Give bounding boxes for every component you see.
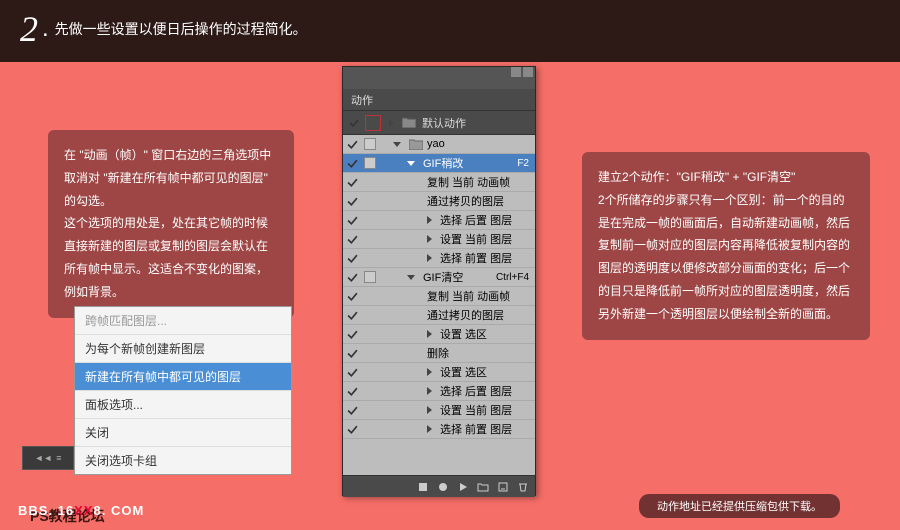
action-step[interactable]: 通过拷贝的图层 — [343, 192, 535, 211]
actions-panel: 动作 默认动作 yao — [342, 66, 536, 496]
action-step[interactable]: 选择 前置 图层 — [343, 249, 535, 268]
set-name: yao — [427, 138, 535, 150]
check-icon — [347, 196, 358, 207]
triangle-right-icon[interactable] — [427, 387, 432, 395]
dialog-toggle[interactable] — [364, 138, 376, 150]
triangle-right-icon[interactable] — [427, 254, 432, 262]
dialog-toggle[interactable] — [364, 157, 376, 169]
triangle-right-icon[interactable] — [427, 368, 432, 376]
action-step[interactable]: 复制 当前 动画帧 — [343, 287, 535, 306]
panel-toolbar: 默认动作 — [343, 111, 535, 135]
play-icon[interactable] — [457, 481, 469, 493]
triangle-right-icon[interactable] — [427, 330, 432, 338]
action-step[interactable]: 删除 — [343, 344, 535, 363]
action-step[interactable]: 设置 选区 — [343, 363, 535, 382]
context-menu: 跨帧匹配图层... 为每个新帧创建新图层 新建在所有帧中都可见的图层 面板选项.… — [74, 306, 292, 475]
download-note: 动作地址已经提供压缩包供下载。 — [639, 494, 840, 518]
triangle-right-icon[interactable] — [427, 425, 432, 433]
panel-footer — [343, 475, 535, 497]
action-step[interactable]: 选择 前置 图层 — [343, 420, 535, 439]
panel-chrome — [343, 67, 535, 89]
action-shortcut: Ctrl+F4 — [496, 272, 529, 283]
action-step[interactable]: 通过拷贝的图层 — [343, 306, 535, 325]
check-icon — [347, 405, 358, 416]
menu-item-close-tab-group[interactable]: 关闭选项卡组 — [75, 447, 291, 474]
triangle-right-icon[interactable] — [427, 406, 432, 414]
action-gif-clear[interactable]: GIF清空 Ctrl+F4 — [343, 268, 535, 287]
step-text: 先做一些设置以便日后操作的过程简化。 — [55, 19, 307, 39]
menu-item-visible-all-frames[interactable]: 新建在所有帧中都可见的图层 — [75, 363, 291, 391]
action-shortcut: F2 — [517, 158, 529, 169]
credit-url: BBS. 16XX8. COM — [18, 503, 144, 518]
check-icon — [347, 272, 358, 283]
new-action-icon[interactable] — [497, 481, 509, 493]
check-icon — [347, 158, 358, 169]
menu-item-match-layers[interactable]: 跨帧匹配图层... — [75, 307, 291, 335]
triangle-right-icon[interactable] — [427, 216, 432, 224]
check-icon — [347, 234, 358, 245]
step-dot: . — [42, 15, 49, 43]
triangle-down-icon[interactable] — [407, 275, 415, 280]
trash-icon[interactable] — [517, 481, 529, 493]
actions-list: yao GIF稍改 F2 复制 当前 动画帧 通过拷贝的图层 选择 后置 图层 … — [343, 135, 535, 475]
menu-item-close[interactable]: 关闭 — [75, 419, 291, 447]
record-icon[interactable] — [437, 481, 449, 493]
action-gif-modify[interactable]: GIF稍改 F2 — [343, 154, 535, 173]
toggle-dialog-icon[interactable] — [365, 115, 381, 131]
collapsed-panel-tab[interactable]: ◄◄ ≡ — [22, 446, 74, 470]
panel-menu-icon[interactable] — [523, 67, 533, 77]
panel-title: 动作 — [343, 89, 535, 111]
folder-icon — [402, 117, 416, 128]
right-explanation-text: 建立2个动作："GIF稍改" + "GIF清空" 2个所储存的步骤只有一个区别：… — [598, 170, 850, 321]
check-icon — [347, 177, 358, 188]
content-area: 在 "动画（帧）" 窗口右边的三角选项中取消对 "新建在所有帧中都可见的图层" … — [0, 62, 900, 530]
check-icon — [347, 329, 358, 340]
triangle-down-icon[interactable] — [407, 161, 415, 166]
check-icon — [347, 367, 358, 378]
action-step[interactable]: 选择 后置 图层 — [343, 382, 535, 401]
collapse-arrow-icon: ◄◄ — [34, 453, 52, 463]
tutorial-step-header: 2 . 先做一些设置以便日后操作的过程简化。 — [0, 0, 900, 62]
collapse-icon[interactable] — [511, 67, 521, 77]
default-actions-label: 默认动作 — [422, 115, 466, 131]
triangle-down-icon[interactable] — [393, 142, 401, 147]
action-step[interactable]: 复制 当前 动画帧 — [343, 173, 535, 192]
dialog-toggle[interactable] — [364, 271, 376, 283]
expand-icon[interactable] — [389, 119, 394, 127]
check-icon — [347, 424, 358, 435]
left-explanation-text: 在 "动画（帧）" 窗口右边的三角选项中取消对 "新建在所有帧中都可见的图层" … — [64, 148, 271, 299]
right-explanation: 建立2个动作："GIF稍改" + "GIF清空" 2个所储存的步骤只有一个区别：… — [582, 152, 870, 340]
triangle-right-icon[interactable] — [427, 235, 432, 243]
left-explanation: 在 "动画（帧）" 窗口右边的三角选项中取消对 "新建在所有帧中都可见的图层" … — [48, 130, 294, 318]
check-icon — [347, 215, 358, 226]
menu-item-panel-options[interactable]: 面板选项... — [75, 391, 291, 419]
menu-icon: ≡ — [56, 453, 61, 463]
action-step[interactable]: 设置 当前 图层 — [343, 401, 535, 420]
action-name: GIF稍改 — [423, 155, 517, 171]
folder-icon — [409, 139, 423, 150]
action-step[interactable]: 选择 后置 图层 — [343, 211, 535, 230]
action-step[interactable]: 设置 选区 — [343, 325, 535, 344]
check-icon — [347, 253, 358, 264]
new-set-icon[interactable] — [477, 481, 489, 493]
action-step[interactable]: 设置 当前 图层 — [343, 230, 535, 249]
step-number: 2 — [20, 8, 38, 50]
check-icon — [347, 139, 358, 150]
check-icon — [347, 310, 358, 321]
check-icon — [347, 348, 358, 359]
check-icon — [347, 291, 358, 302]
action-set-row[interactable]: yao — [343, 135, 535, 154]
check-icon — [347, 386, 358, 397]
menu-item-new-layer-per-frame[interactable]: 为每个新帧创建新图层 — [75, 335, 291, 363]
stop-icon[interactable] — [417, 481, 429, 493]
action-name: GIF清空 — [423, 269, 496, 285]
toggle-all-checkbox[interactable] — [347, 116, 361, 130]
